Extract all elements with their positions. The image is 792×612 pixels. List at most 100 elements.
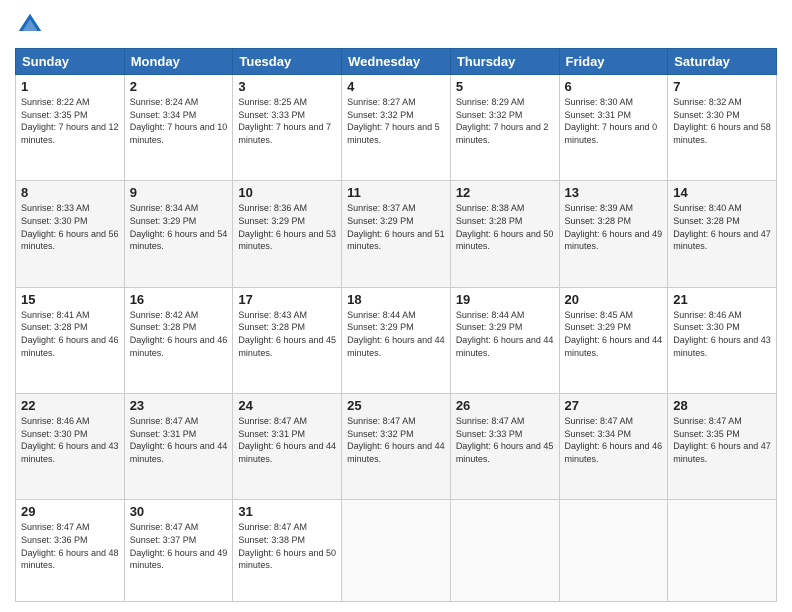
- calendar-cell: 30 Sunrise: 8:47 AMSunset: 3:37 PMDayligh…: [124, 500, 233, 602]
- day-info: Sunrise: 8:29 AMSunset: 3:32 PMDaylight:…: [456, 96, 554, 146]
- day-number: 8: [21, 185, 119, 200]
- weekday-header-saturday: Saturday: [668, 49, 777, 75]
- day-info: Sunrise: 8:25 AMSunset: 3:33 PMDaylight:…: [238, 96, 336, 146]
- day-number: 5: [456, 79, 554, 94]
- day-number: 3: [238, 79, 336, 94]
- day-info: Sunrise: 8:37 AMSunset: 3:29 PMDaylight:…: [347, 202, 445, 252]
- day-number: 17: [238, 292, 336, 307]
- weekday-header-wednesday: Wednesday: [342, 49, 451, 75]
- day-number: 16: [130, 292, 228, 307]
- calendar-cell: 9Sunrise: 8:34 AMSunset: 3:29 PMDaylight…: [124, 181, 233, 287]
- calendar-cell: 23Sunrise: 8:47 AMSunset: 3:31 PMDayligh…: [124, 394, 233, 500]
- day-info: Sunrise: 8:47 AMSunset: 3:32 PMDaylight:…: [347, 415, 445, 465]
- calendar-cell: 20 Sunrise: 8:45 AMSunset: 3:29 PMDayligh…: [559, 287, 668, 393]
- week-row-5: 29 Sunrise: 8:47 AMSunset: 3:36 PMDayligh…: [16, 500, 777, 602]
- day-info: Sunrise: 8:40 AMSunset: 3:28 PMDaylight:…: [673, 202, 771, 252]
- day-number: 25: [347, 398, 445, 413]
- calendar-cell: 15 Sunrise: 8:41 AMSunset: 3:28 PMDayligh…: [16, 287, 125, 393]
- calendar-cell: 25 Sunrise: 8:47 AMSunset: 3:32 PMDayligh…: [342, 394, 451, 500]
- week-row-2: 8Sunrise: 8:33 AMSunset: 3:30 PMDaylight…: [16, 181, 777, 287]
- day-number: 24: [238, 398, 336, 413]
- weekday-header-monday: Monday: [124, 49, 233, 75]
- day-info: Sunrise: 8:36 AMSunset: 3:29 PMDaylight:…: [238, 202, 336, 252]
- calendar-cell: [450, 500, 559, 602]
- day-info: Sunrise: 8:47 AMSunset: 3:33 PMDaylight:…: [456, 415, 554, 465]
- calendar-cell: 10Sunrise: 8:36 AMSunset: 3:29 PMDayligh…: [233, 181, 342, 287]
- day-info: Sunrise: 8:47 AMSunset: 3:37 PMDaylight:…: [130, 521, 228, 571]
- day-info: Sunrise: 8:24 AMSunset: 3:34 PMDaylight:…: [130, 96, 228, 146]
- day-number: 7: [673, 79, 771, 94]
- day-number: 4: [347, 79, 445, 94]
- day-info: Sunrise: 8:47 AMSunset: 3:36 PMDaylight:…: [21, 521, 119, 571]
- day-number: 12: [456, 185, 554, 200]
- calendar-cell: 14 Sunrise: 8:40 AMSunset: 3:28 PMDayligh…: [668, 181, 777, 287]
- day-info: Sunrise: 8:47 AMSunset: 3:34 PMDaylight:…: [565, 415, 663, 465]
- day-number: 20: [565, 292, 663, 307]
- day-number: 19: [456, 292, 554, 307]
- weekday-header-tuesday: Tuesday: [233, 49, 342, 75]
- day-number: 29: [21, 504, 119, 519]
- calendar-cell: 16 Sunrise: 8:42 AMSunset: 3:28 PMDayligh…: [124, 287, 233, 393]
- calendar-cell: [342, 500, 451, 602]
- page: SundayMondayTuesdayWednesdayThursdayFrid…: [0, 0, 792, 612]
- weekday-header-sunday: Sunday: [16, 49, 125, 75]
- calendar-cell: 24 Sunrise: 8:47 AMSunset: 3:31 PMDayligh…: [233, 394, 342, 500]
- calendar-cell: 4 Sunrise: 8:27 AMSunset: 3:32 PMDaylight…: [342, 75, 451, 181]
- day-number: 15: [21, 292, 119, 307]
- day-info: Sunrise: 8:38 AMSunset: 3:28 PMDaylight:…: [456, 202, 554, 252]
- day-number: 30: [130, 504, 228, 519]
- day-number: 13: [565, 185, 663, 200]
- calendar-cell: 5 Sunrise: 8:29 AMSunset: 3:32 PMDaylight…: [450, 75, 559, 181]
- day-info: Sunrise: 8:45 AMSunset: 3:29 PMDaylight:…: [565, 309, 663, 359]
- day-info: Sunrise: 8:43 AMSunset: 3:28 PMDaylight:…: [238, 309, 336, 359]
- calendar-cell: 12 Sunrise: 8:38 AMSunset: 3:28 PMDayligh…: [450, 181, 559, 287]
- day-info: Sunrise: 8:32 AMSunset: 3:30 PMDaylight:…: [673, 96, 771, 146]
- day-info: Sunrise: 8:44 AMSunset: 3:29 PMDaylight:…: [347, 309, 445, 359]
- calendar-cell: 21 Sunrise: 8:46 AMSunset: 3:30 PMDayligh…: [668, 287, 777, 393]
- day-info: Sunrise: 8:42 AMSunset: 3:28 PMDaylight:…: [130, 309, 228, 359]
- calendar-cell: 22 Sunrise: 8:46 AMSunset: 3:30 PMDayligh…: [16, 394, 125, 500]
- day-number: 26: [456, 398, 554, 413]
- calendar-cell: 1 Sunrise: 8:22 AMSunset: 3:35 PMDaylight…: [16, 75, 125, 181]
- day-info: Sunrise: 8:46 AMSunset: 3:30 PMDaylight:…: [673, 309, 771, 359]
- day-info: Sunrise: 8:46 AMSunset: 3:30 PMDaylight:…: [21, 415, 119, 465]
- header: [15, 10, 777, 40]
- calendar-cell: 28 Sunrise: 8:47 AMSunset: 3:35 PMDayligh…: [668, 394, 777, 500]
- calendar-cell: [668, 500, 777, 602]
- calendar-header: SundayMondayTuesdayWednesdayThursdayFrid…: [16, 49, 777, 75]
- logo: [15, 10, 49, 40]
- day-info: Sunrise: 8:41 AMSunset: 3:28 PMDaylight:…: [21, 309, 119, 359]
- day-info: Sunrise: 8:34 AMSunset: 3:29 PMDaylight:…: [130, 202, 228, 252]
- calendar-cell: 31Sunrise: 8:47 AMSunset: 3:38 PMDayligh…: [233, 500, 342, 602]
- day-info: Sunrise: 8:47 AMSunset: 3:31 PMDaylight:…: [130, 415, 228, 465]
- week-row-1: 1 Sunrise: 8:22 AMSunset: 3:35 PMDaylight…: [16, 75, 777, 181]
- calendar-cell: 11 Sunrise: 8:37 AMSunset: 3:29 PMDayligh…: [342, 181, 451, 287]
- calendar-cell: 18 Sunrise: 8:44 AMSunset: 3:29 PMDayligh…: [342, 287, 451, 393]
- day-number: 11: [347, 185, 445, 200]
- day-info: Sunrise: 8:22 AMSunset: 3:35 PMDaylight:…: [21, 96, 119, 146]
- calendar-cell: 26 Sunrise: 8:47 AMSunset: 3:33 PMDayligh…: [450, 394, 559, 500]
- day-info: Sunrise: 8:47 AMSunset: 3:35 PMDaylight:…: [673, 415, 771, 465]
- calendar-cell: [559, 500, 668, 602]
- calendar-cell: 2Sunrise: 8:24 AMSunset: 3:34 PMDaylight…: [124, 75, 233, 181]
- calendar-cell: 8Sunrise: 8:33 AMSunset: 3:30 PMDaylight…: [16, 181, 125, 287]
- day-number: 22: [21, 398, 119, 413]
- day-info: Sunrise: 8:39 AMSunset: 3:28 PMDaylight:…: [565, 202, 663, 252]
- calendar: SundayMondayTuesdayWednesdayThursdayFrid…: [15, 48, 777, 602]
- calendar-cell: 3 Sunrise: 8:25 AMSunset: 3:33 PMDaylight…: [233, 75, 342, 181]
- day-info: Sunrise: 8:47 AMSunset: 3:38 PMDaylight:…: [238, 521, 336, 571]
- calendar-cell: 6Sunrise: 8:30 AMSunset: 3:31 PMDaylight…: [559, 75, 668, 181]
- day-number: 21: [673, 292, 771, 307]
- calendar-cell: 7 Sunrise: 8:32 AMSunset: 3:30 PMDaylight…: [668, 75, 777, 181]
- day-info: Sunrise: 8:27 AMSunset: 3:32 PMDaylight:…: [347, 96, 445, 146]
- calendar-cell: 13 Sunrise: 8:39 AMSunset: 3:28 PMDayligh…: [559, 181, 668, 287]
- week-row-3: 15 Sunrise: 8:41 AMSunset: 3:28 PMDayligh…: [16, 287, 777, 393]
- day-info: Sunrise: 8:47 AMSunset: 3:31 PMDaylight:…: [238, 415, 336, 465]
- day-number: 18: [347, 292, 445, 307]
- day-number: 28: [673, 398, 771, 413]
- calendar-cell: 27Sunrise: 8:47 AMSunset: 3:34 PMDayligh…: [559, 394, 668, 500]
- calendar-cell: 19Sunrise: 8:44 AMSunset: 3:29 PMDayligh…: [450, 287, 559, 393]
- day-number: 14: [673, 185, 771, 200]
- weekday-header-friday: Friday: [559, 49, 668, 75]
- day-number: 1: [21, 79, 119, 94]
